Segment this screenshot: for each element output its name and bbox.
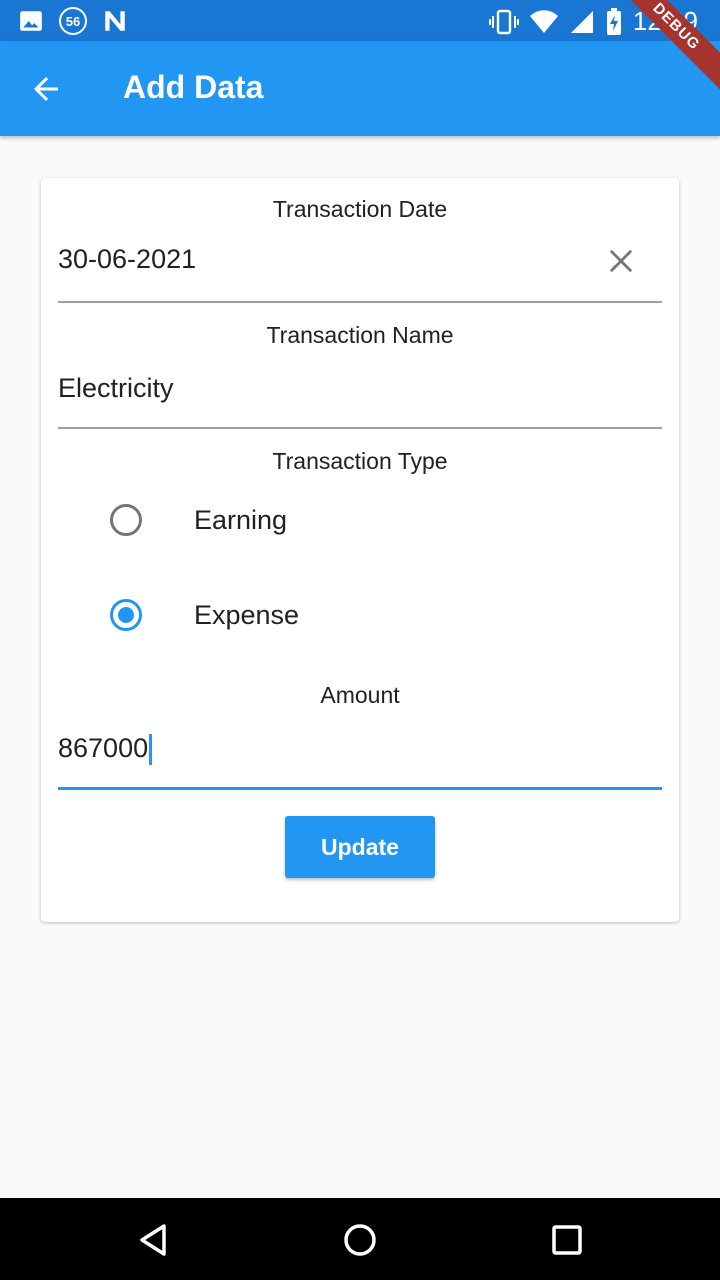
close-icon[interactable] (607, 247, 635, 275)
signal-icon (570, 10, 593, 33)
status-bar: 56 12:29 (0, 0, 720, 41)
amount-field[interactable]: 867000 (58, 733, 153, 766)
recents-square-icon[interactable] (545, 1218, 589, 1262)
badge-56-text: 56 (66, 14, 80, 29)
amount-label: Amount (320, 682, 400, 708)
page-title: Add Data (123, 69, 264, 105)
system-nav-bar (0, 1198, 720, 1280)
n-logo-icon (105, 11, 125, 31)
transaction-name-field[interactable]: Electricity (58, 373, 174, 404)
transaction-date-label: Transaction Date (272, 196, 448, 222)
transaction-date-underline (58, 301, 662, 303)
transaction-date-field[interactable]: 30-06-2021 (58, 244, 196, 275)
arrow-back-icon[interactable] (28, 71, 64, 107)
form-card: Transaction Date 30-06-2021 Transaction … (41, 178, 679, 922)
amount-value: 867000 (58, 733, 149, 763)
vibrate-icon (488, 9, 519, 34)
amount-underline (58, 787, 662, 790)
badge-56-icon: 56 (59, 7, 87, 35)
transaction-name-underline (58, 427, 662, 429)
text-cursor (149, 734, 153, 766)
image-icon (20, 11, 42, 31)
home-circle-icon[interactable] (338, 1218, 382, 1262)
battery-charging-icon (606, 7, 621, 35)
wifi-icon (529, 9, 558, 33)
transaction-type-label: Transaction Type (272, 448, 448, 474)
back-triangle-icon[interactable] (132, 1218, 176, 1262)
radio-earning-label[interactable]: Earning (194, 505, 287, 536)
update-button[interactable]: Update (285, 816, 435, 878)
radio-expense-label[interactable]: Expense (194, 600, 299, 631)
radio-expense[interactable] (110, 599, 142, 631)
radio-earning[interactable] (110, 504, 142, 536)
transaction-name-label: Transaction Name (266, 322, 454, 348)
app-bar: Add Data (0, 41, 720, 136)
